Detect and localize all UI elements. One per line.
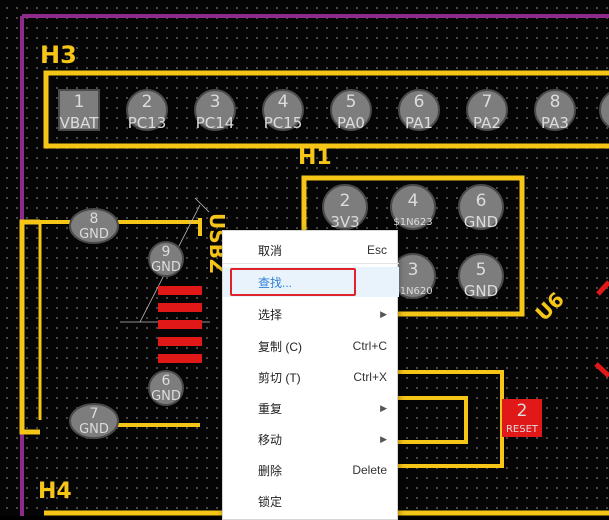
- pad[interactable]: 23V3: [322, 184, 368, 231]
- menu-item-lock[interactable]: 锁定: [223, 486, 399, 516]
- pad-net-name: 3V3: [330, 213, 359, 231]
- reset-pad-number: 2: [517, 401, 528, 421]
- pad-net-name: GND: [79, 227, 109, 242]
- usb-pad[interactable]: 8GND: [69, 208, 119, 244]
- pad-number: 3: [210, 92, 221, 112]
- menu-item-label: 剪切 (T): [258, 370, 301, 385]
- pad[interactable]: 6 GND: [458, 184, 504, 231]
- pad-number: 6: [414, 92, 425, 112]
- pad-partial[interactable]: [599, 90, 609, 130]
- header-h3: H3 1VBAT2PC133PC144PC155PA06PA17PA28PA3: [40, 41, 609, 149]
- menu-item-label: 删除: [258, 463, 283, 478]
- pad-number: 7: [90, 406, 99, 422]
- pad[interactable]: 5 GND: [458, 253, 504, 300]
- reset-pad-name: RESET: [506, 424, 539, 435]
- pad-number: 2: [142, 92, 153, 112]
- pad-net-name: GND: [79, 422, 109, 437]
- pad-net-name: GND: [464, 282, 498, 300]
- menu-separator: [223, 263, 399, 264]
- pad-net-name: PA0: [337, 114, 365, 132]
- usb-pad[interactable]: 7GND: [69, 403, 119, 439]
- menu-item-label: 查找...: [258, 275, 293, 290]
- pad[interactable]: 2 PC13: [126, 89, 168, 132]
- pad-net-name: VBAT: [60, 114, 100, 132]
- pad-number: 4: [408, 191, 419, 211]
- pad[interactable]: 5PA0: [330, 89, 372, 132]
- pad-net-name: PC13: [128, 114, 167, 132]
- context-menu: 取消 Esc 查找... 选择 ▶ 复制 (C) Ctrl+C 剪切 (T) C…: [222, 230, 399, 520]
- submenu-arrow-icon: ▶: [380, 433, 387, 444]
- u6-label: U6: [531, 287, 569, 325]
- pad-number: 6: [476, 191, 487, 211]
- pad-number: 8: [550, 92, 561, 112]
- usb-connector: USBZ 8GND9GND6GND7GND: [19, 197, 229, 439]
- menu-item-label: 复制 (C): [258, 339, 302, 354]
- pad-number: 3: [408, 260, 419, 280]
- pad-number: 2: [340, 191, 351, 211]
- menu-item-shortcut: Delete: [352, 463, 387, 477]
- pad-net-name: $1N620: [393, 286, 432, 297]
- menu-item-shortcut: Ctrl+X: [353, 370, 387, 384]
- submenu-arrow-icon: ▶: [380, 308, 387, 319]
- menu-item-find[interactable]: 查找...: [223, 267, 399, 297]
- pad[interactable]: 3 PC14: [194, 89, 236, 132]
- pad-number: 7: [482, 92, 493, 112]
- usb-pad[interactable]: 9GND: [148, 241, 184, 277]
- pad[interactable]: 7PA2: [466, 89, 508, 132]
- pad-number: 4: [278, 92, 289, 112]
- reset-switch: 2 RESET: [398, 370, 542, 468]
- menu-item-cut[interactable]: 剪切 (T) Ctrl+X: [223, 362, 399, 392]
- menu-item-label: 移动: [258, 432, 283, 447]
- h1-label: H1: [298, 145, 332, 170]
- menu-item-delete[interactable]: 删除 Delete: [223, 455, 399, 485]
- pad-number: 5: [346, 92, 357, 112]
- pad[interactable]: 1 VBAT: [58, 89, 100, 132]
- pad-net-name: GND: [464, 213, 498, 231]
- pad-net-name: $1N623: [393, 217, 432, 228]
- pad-number: 6: [162, 373, 171, 389]
- menu-item-label: 取消: [258, 243, 283, 258]
- usb-pad[interactable]: 6GND: [148, 370, 184, 406]
- menu-item-label: 锁定: [258, 494, 283, 509]
- pad-net-name: GND: [151, 260, 181, 275]
- pad-net-name: PC14: [196, 114, 235, 132]
- pad[interactable]: 4 $1N623: [390, 184, 436, 230]
- pad[interactable]: 8PA3: [534, 89, 576, 132]
- menu-item-shortcut: Ctrl+C: [352, 339, 387, 353]
- menu-item-label: 选择: [258, 307, 283, 322]
- h3-label: H3: [40, 41, 77, 69]
- pad-net-name: PA3: [541, 114, 569, 132]
- pad-number: 9: [162, 244, 171, 260]
- menu-item-repeat[interactable]: 重复 ▶: [223, 393, 399, 423]
- menu-item-select[interactable]: 选择 ▶: [223, 299, 399, 329]
- menu-item-copy[interactable]: 复制 (C) Ctrl+C: [223, 331, 399, 361]
- pad-net-name: GND: [151, 389, 181, 404]
- menu-item-move[interactable]: 移动 ▶: [223, 424, 399, 454]
- pad-net-name: PC15: [264, 114, 303, 132]
- menu-item-label: 重复: [258, 401, 283, 416]
- menu-item-cancel[interactable]: 取消 Esc: [223, 235, 399, 265]
- h4-label: H4: [38, 479, 72, 504]
- red-marks: [594, 280, 609, 378]
- submenu-arrow-icon: ▶: [380, 402, 387, 413]
- pad[interactable]: 6PA1: [398, 89, 440, 132]
- pad-net-name: PA1: [405, 114, 433, 132]
- pad-number: 5: [476, 260, 487, 280]
- pad-net-name: PA2: [473, 114, 501, 132]
- menu-item-shortcut: Esc: [366, 243, 387, 257]
- pad[interactable]: 4 PC15: [262, 89, 304, 132]
- pad-number: 8: [90, 211, 99, 227]
- pad-number: 1: [74, 92, 85, 112]
